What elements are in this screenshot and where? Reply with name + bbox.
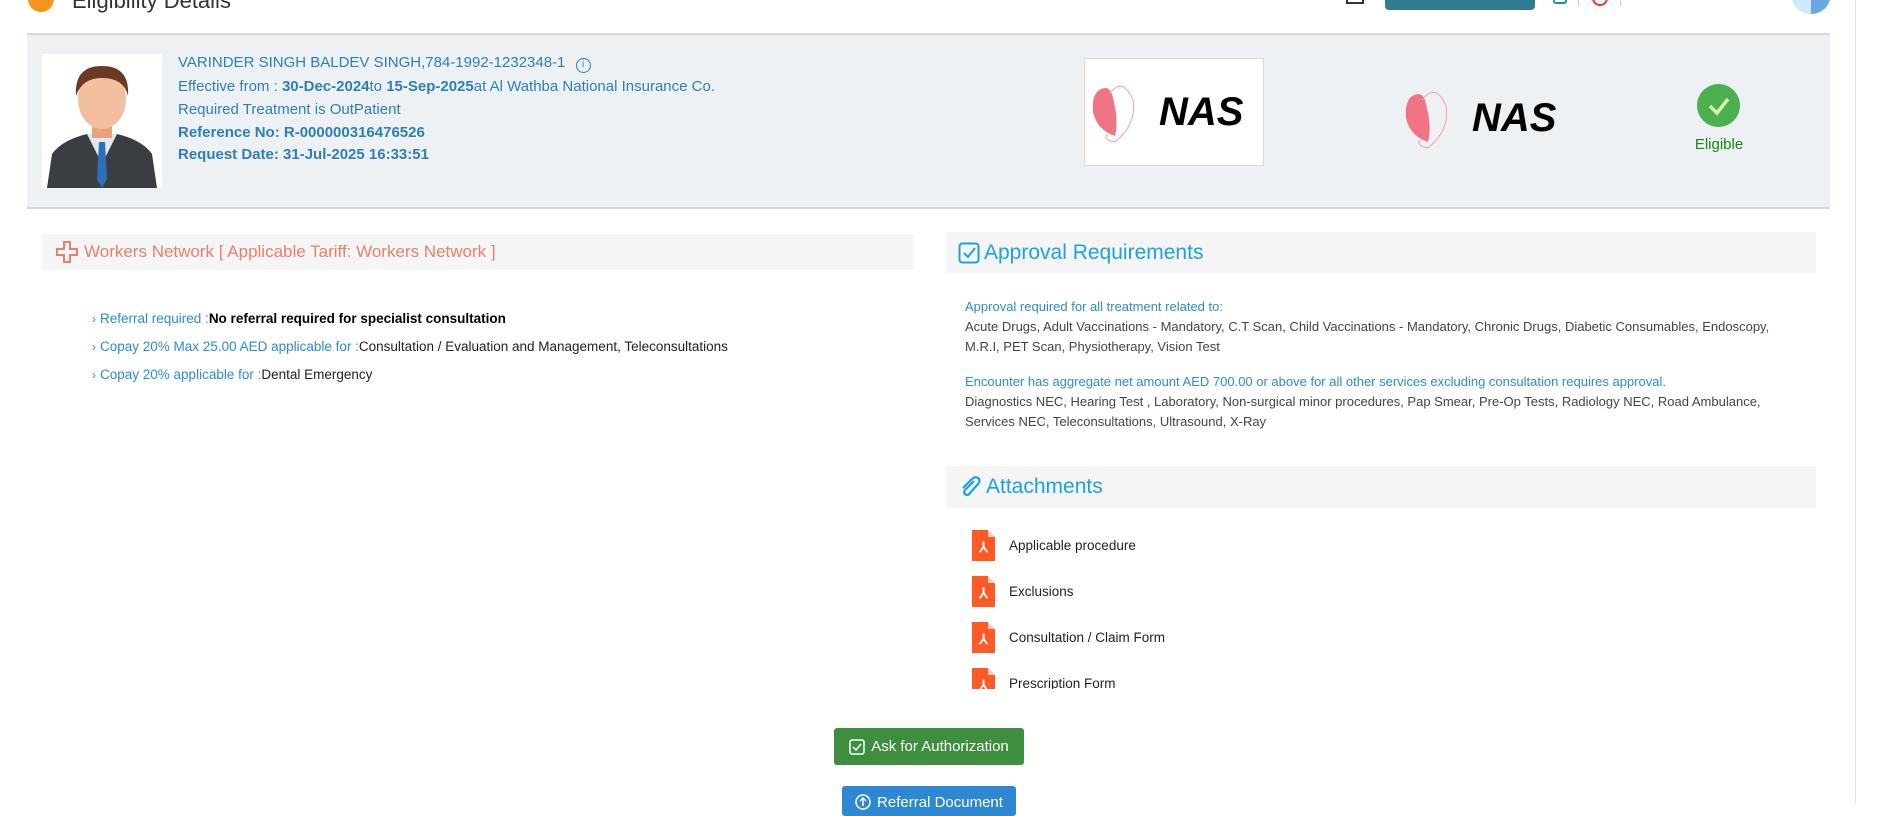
payer-logo: NAS (1084, 58, 1264, 166)
scrollbar-track[interactable] (1855, 0, 1856, 804)
treatment-type: Required Treatment is OutPatient (178, 101, 401, 118)
attachment-item[interactable]: ⅄ Consultation / Claim Form (972, 622, 1165, 653)
item-label: Copay 20% Max 25.00 AED applicable for : (100, 339, 359, 354)
payer-logo-text: NAS (1159, 89, 1244, 134)
attachment-item[interactable]: ⅄ Exclusions (972, 576, 1074, 607)
attachments-list: ⅄ Applicable procedure ⅄ Exclusions ⅄ Consu… (946, 520, 1816, 689)
upload-icon (855, 794, 871, 810)
request-date: Request Date: 31-Jul-2025 16:33:51 (178, 146, 429, 163)
item-value: Dental Emergency (261, 367, 373, 382)
member-name: VARINDER SINGH BALDEV SINGH,784-1992-123… (178, 54, 591, 73)
pdf-icon: ⅄ (972, 530, 995, 561)
page-title: Eligibility Details (72, 0, 231, 13)
divider (1620, 0, 1621, 6)
effective-label: Effective from : (178, 78, 282, 95)
attachment-label[interactable]: Consultation / Claim Form (1009, 630, 1165, 645)
checkbox-icon (958, 242, 980, 263)
approval-list: Acute Drugs, Adult Vaccinations - Mandat… (965, 319, 1770, 354)
effective-from: 30-Dec-2024 (281, 78, 370, 95)
user-avatar[interactable] (1792, 0, 1830, 14)
pdf-icon: ⅄ (972, 668, 995, 689)
info-icon[interactable]: i (575, 58, 591, 73)
attachment-item[interactable]: ⅄ Applicable procedure (972, 530, 1136, 561)
item-label: Referral required : (100, 311, 209, 326)
network-title: Workers Network [ Applicable Tariff: Wor… (84, 242, 496, 261)
network-item: › Copay 20% applicable for :Dental Emerge… (92, 367, 372, 382)
table-icon[interactable] (1346, 0, 1364, 4)
referral-document-label: Referral Document (877, 794, 1003, 811)
attachment-label[interactable]: Exclusions (1009, 584, 1074, 599)
item-value: Consultation / Evaluation and Management… (358, 339, 728, 354)
ask-authorization-label: Ask for Authorization (871, 738, 1009, 755)
item-label: Copay 20% applicable for : (100, 367, 262, 382)
approval-header: Approval Requirements (946, 232, 1816, 273)
network-item: › Copay 20% Max 25.00 AED applicable for … (92, 339, 728, 354)
approval-intro: Approval required for all treatment rela… (965, 299, 1223, 314)
chevron-right-icon: › (92, 368, 96, 382)
effective-to: 15-Sep-2025 (386, 78, 474, 95)
eligible-check-icon (1697, 84, 1740, 127)
attachment-item[interactable]: ⅄ Prescription Form (972, 668, 1116, 689)
chevron-right-icon: › (92, 312, 96, 326)
referral-document-button[interactable]: Referral Document (842, 786, 1016, 816)
print-icon[interactable] (1553, 0, 1567, 4)
tpa-logo-text: NAS (1472, 95, 1557, 140)
divider (1578, 0, 1579, 6)
app-icon (28, 0, 54, 12)
item-value: No referral required for specialist cons… (208, 311, 506, 326)
chevron-right-icon: › (92, 340, 96, 354)
medical-cross-icon (56, 241, 78, 263)
attachment-label[interactable]: Applicable procedure (1009, 538, 1136, 553)
power-icon[interactable] (1592, 0, 1608, 6)
tpa-logo: NAS (1402, 86, 1556, 150)
network-header: Workers Network [ Applicable Tariff: Wor… (42, 234, 914, 270)
paperclip-icon (962, 476, 981, 497)
attachments-title: Attachments (986, 475, 1103, 498)
attachment-label[interactable]: Prescription Form (1009, 676, 1116, 689)
to-label: to (369, 78, 387, 95)
approval-title: Approval Requirements (984, 240, 1204, 264)
pdf-icon: ⅄ (972, 576, 995, 607)
approval-services: Diagnostics NEC, Hearing Test , Laborato… (965, 394, 1761, 429)
member-name-text: VARINDER SINGH BALDEV SINGH,784-1992-123… (178, 54, 566, 71)
member-photo (42, 54, 162, 188)
eligibility-status: Eligible (1694, 136, 1744, 153)
checkbox-icon (849, 738, 865, 755)
reference-number: Reference No: R-000000316476526 (178, 124, 425, 141)
pdf-icon: ⅄ (972, 622, 995, 653)
insurer: at Al Wathba National Insurance Co. (473, 78, 715, 95)
effective-period: Effective from : 30-Dec-2024to 15-Sep-20… (178, 78, 715, 95)
approval-threshold: Encounter has aggregate net amount AED 7… (965, 374, 1666, 389)
attachments-header: Attachments (946, 466, 1816, 508)
ask-authorization-button[interactable]: Ask for Authorization (834, 728, 1024, 765)
network-item: › Referral required :No referral required… (92, 311, 506, 326)
top-action-button[interactable] (1385, 0, 1535, 10)
